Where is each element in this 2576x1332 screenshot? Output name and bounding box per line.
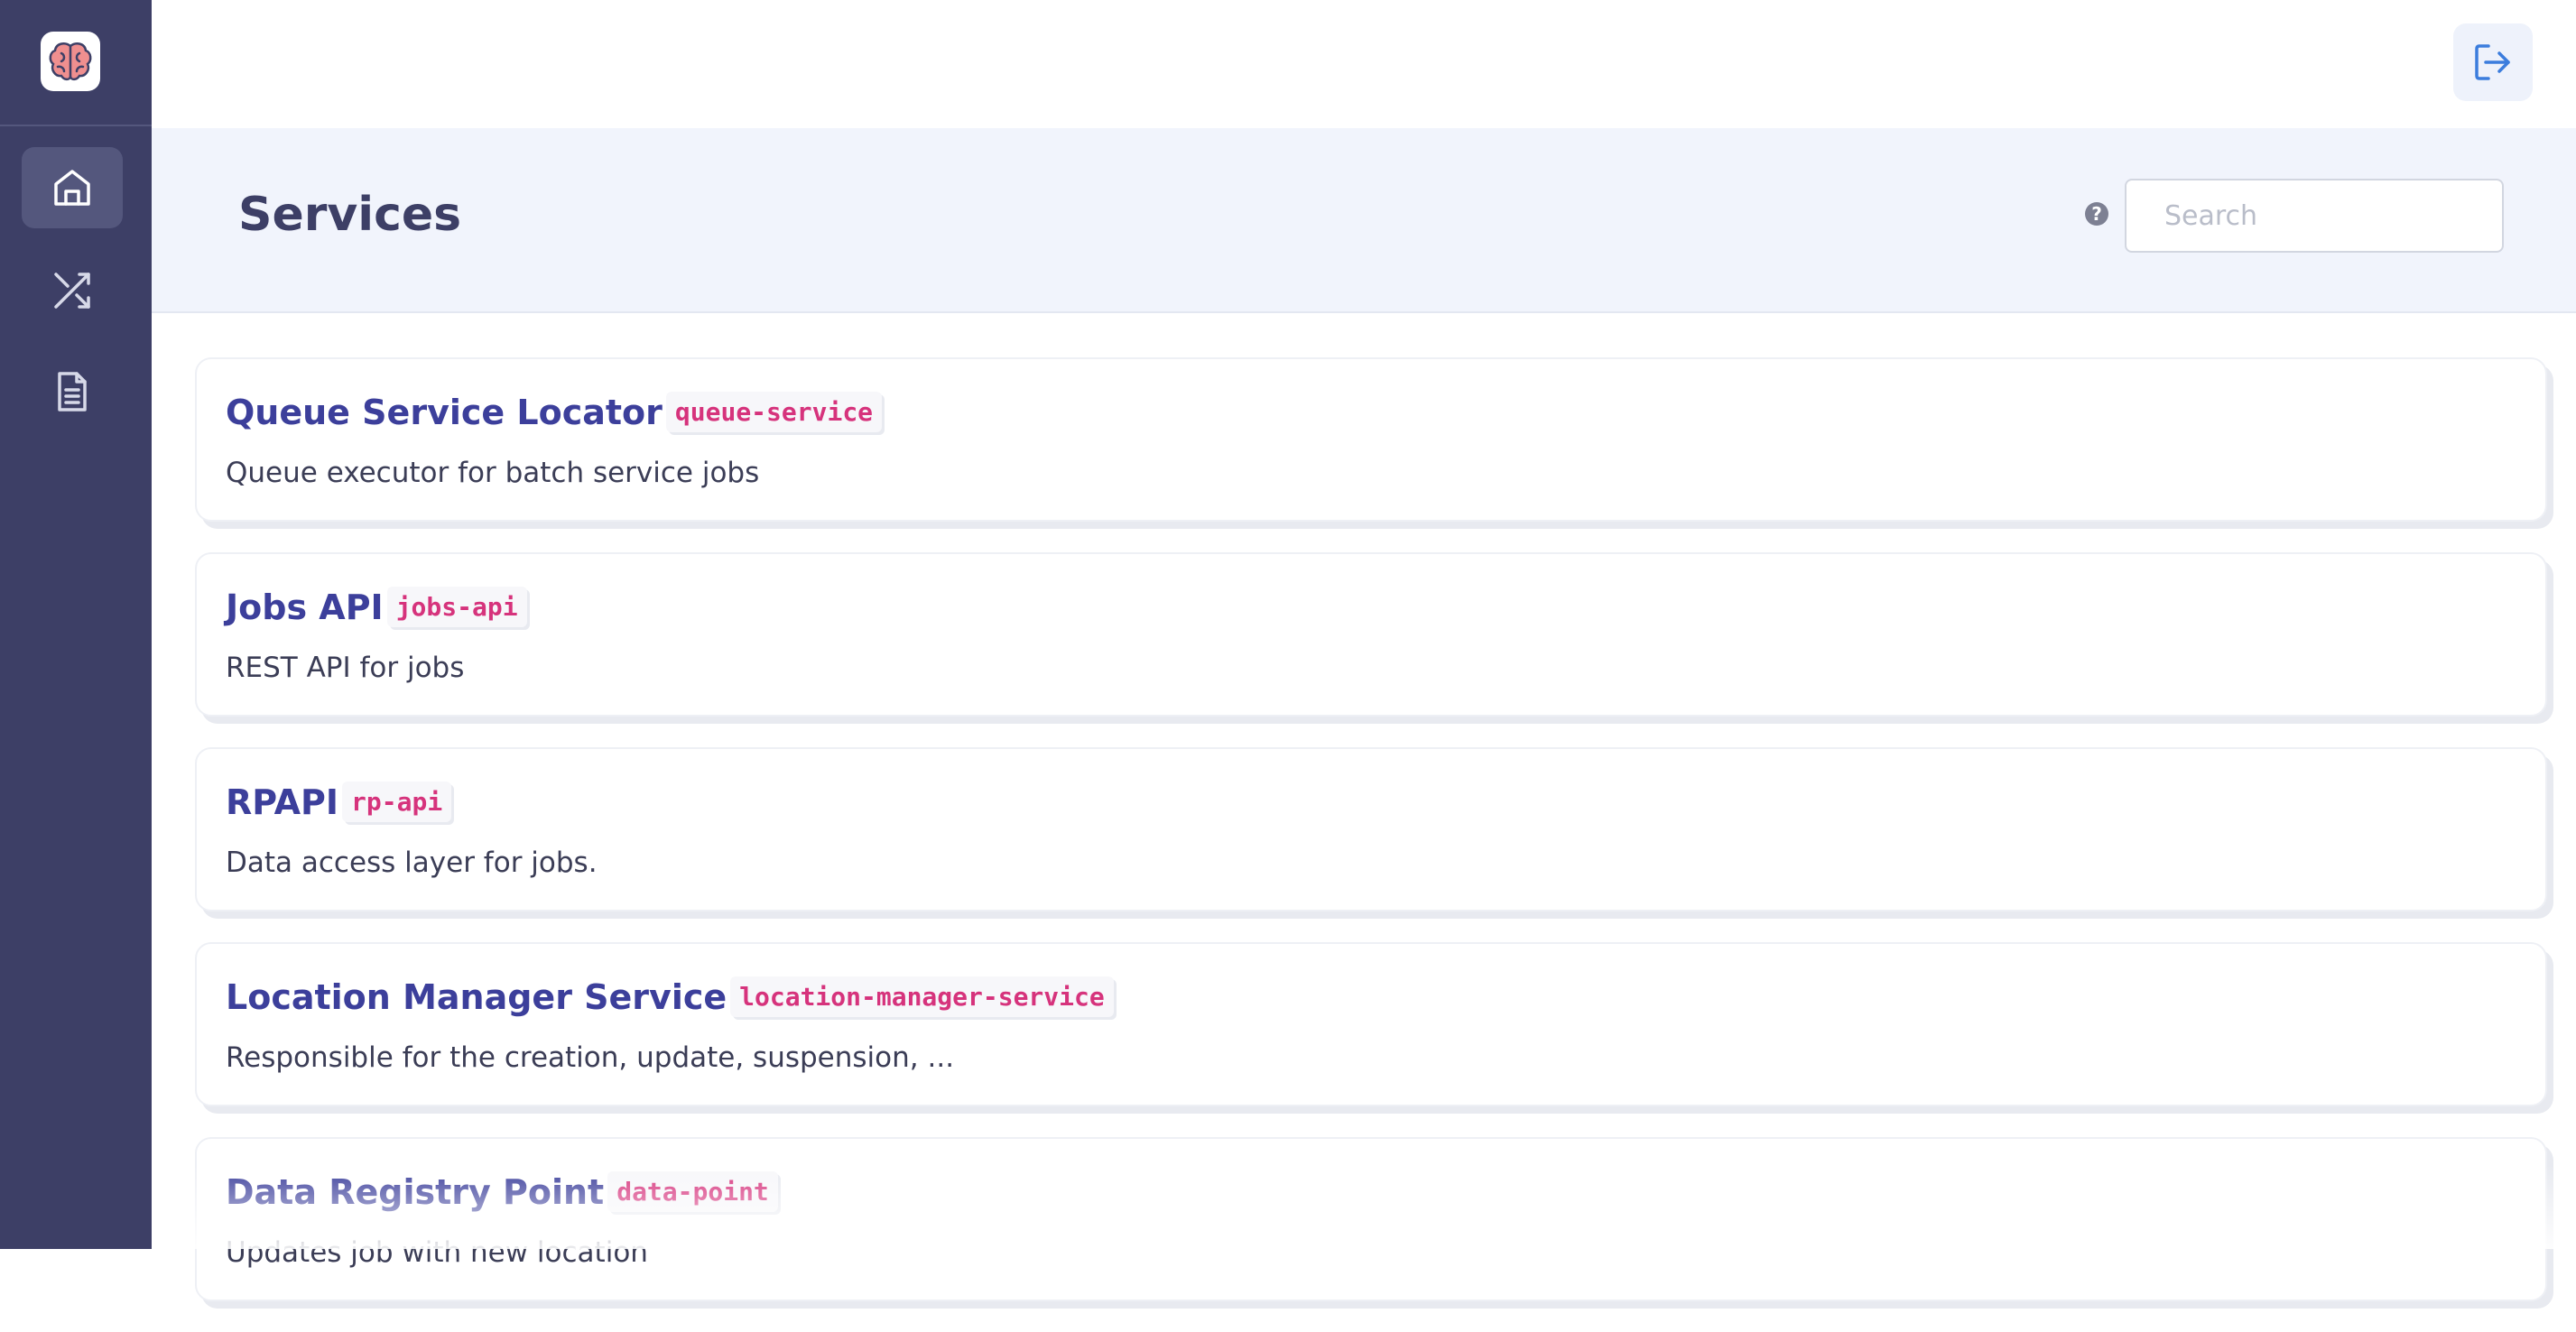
- brain-icon: [49, 42, 92, 81]
- service-card[interactable]: Location Manager Service location-manage…: [195, 942, 2547, 1106]
- app-logo[interactable]: [41, 32, 100, 91]
- service-name[interactable]: RPAPI: [226, 782, 338, 822]
- service-name[interactable]: Data Registry Point: [226, 1172, 604, 1212]
- service-slug: rp-api: [342, 782, 452, 822]
- logo-area: [0, 0, 152, 126]
- service-card-head: RPAPI rp-api: [226, 782, 452, 822]
- logout-button[interactable]: [2453, 23, 2533, 101]
- nav-shuffle[interactable]: [22, 250, 123, 331]
- question-icon[interactable]: ?: [2085, 202, 2108, 226]
- service-description: REST API for jobs: [226, 652, 465, 684]
- logout-icon: [2475, 44, 2510, 80]
- service-description: Responsible for the creation, update, su…: [226, 1041, 955, 1074]
- service-name[interactable]: Queue Service Locator: [226, 393, 663, 432]
- service-slug: jobs-api: [386, 587, 527, 627]
- service-card[interactable]: RPAPI rp-api Data access layer for jobs.: [195, 747, 2547, 911]
- service-card[interactable]: Queue Service Locator queue-service Queu…: [195, 357, 2547, 522]
- shuffle-icon: [54, 273, 90, 309]
- service-card-head: Location Manager Service location-manage…: [226, 976, 1114, 1017]
- service-card-head: Jobs API jobs-api: [226, 587, 527, 627]
- service-card[interactable]: Jobs API jobs-api REST API for jobs: [195, 552, 2547, 717]
- sidebar: [0, 0, 152, 1249]
- service-name[interactable]: Location Manager Service: [226, 977, 727, 1017]
- top-bar: [152, 0, 2576, 128]
- service-description: Queue executor for batch service jobs: [226, 457, 760, 489]
- nav-documents[interactable]: [22, 351, 123, 432]
- service-name[interactable]: Jobs API: [226, 587, 384, 627]
- services-list: Queue Service Locator queue-service Queu…: [195, 357, 2551, 1332]
- service-card-head: Data Registry Point data-point: [226, 1171, 778, 1212]
- service-slug: location-manager-service: [730, 976, 1114, 1017]
- page-title: Services: [238, 188, 462, 242]
- document-icon: [58, 372, 87, 412]
- service-description: Data access layer for jobs.: [226, 846, 598, 879]
- service-slug: data-point: [607, 1171, 778, 1212]
- nav-home[interactable]: [22, 147, 123, 228]
- home-icon: [54, 170, 90, 206]
- page-header: Services ?: [152, 128, 2576, 313]
- service-card-head: Queue Service Locator queue-service: [226, 392, 883, 432]
- service-card[interactable]: Data Registry Point data-point Updates j…: [195, 1137, 2547, 1301]
- search-input[interactable]: [2125, 179, 2504, 253]
- service-slug: queue-service: [665, 392, 883, 432]
- service-description: Updates job with new location: [226, 1236, 648, 1269]
